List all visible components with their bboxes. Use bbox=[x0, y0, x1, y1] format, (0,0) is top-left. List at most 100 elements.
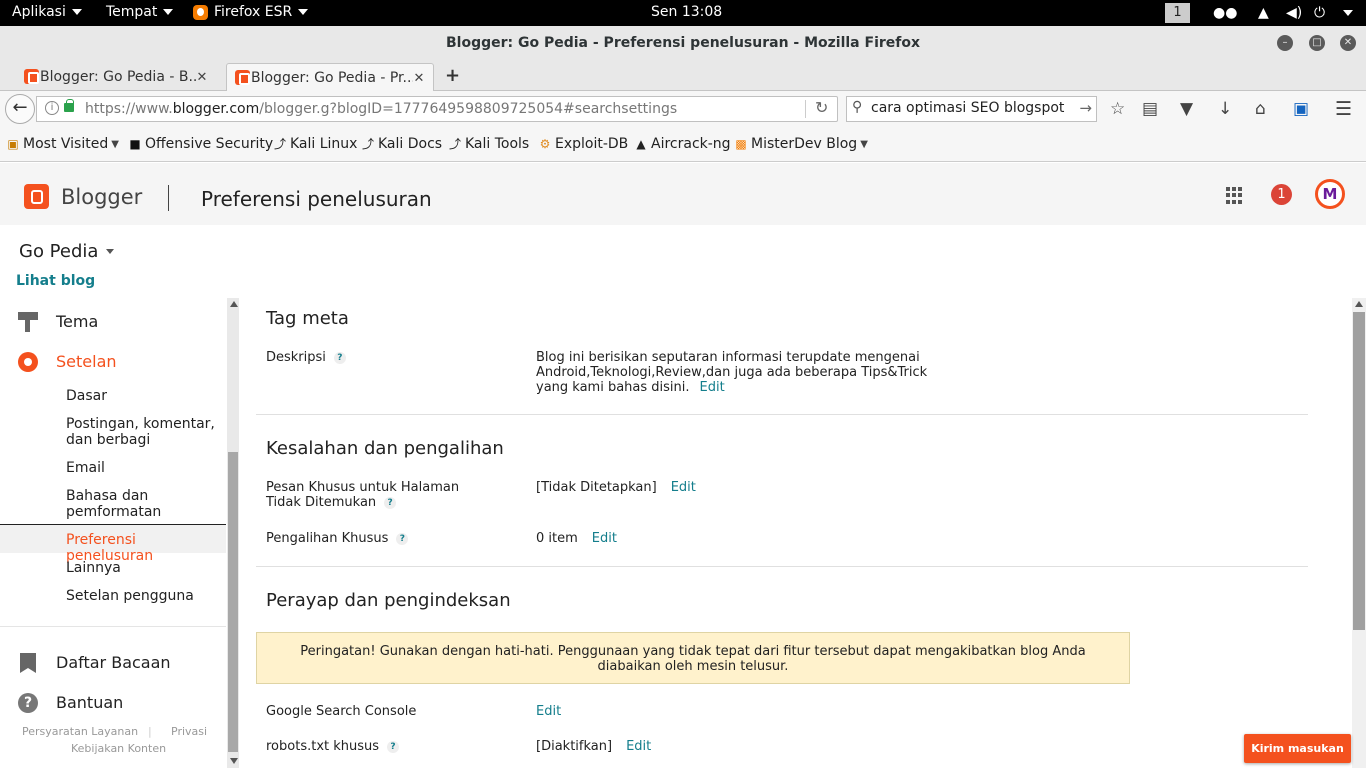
description-text: Blog ini berisikan seputaran informasi t… bbox=[536, 350, 928, 395]
bookmark-offensive-security[interactable]: ■ Offensive Security bbox=[128, 136, 273, 152]
scroll-up-icon[interactable] bbox=[230, 301, 238, 307]
content-policy-link[interactable]: Kebijakan Konten bbox=[71, 742, 166, 755]
sidebar-item-theme[interactable]: Tema bbox=[0, 310, 226, 334]
settings-item-language[interactable]: Bahasa dan pemformatan bbox=[66, 488, 216, 520]
sidebar-item-help[interactable]: ? Bantuan bbox=[0, 691, 226, 715]
sidebar-item-settings[interactable]: Setelan bbox=[0, 350, 226, 374]
home-icon[interactable]: ⌂ bbox=[1255, 99, 1266, 119]
window-title: Blogger: Go Pedia - Preferensi penelusur… bbox=[445, 35, 921, 51]
edit-not-found-link[interactable]: Edit bbox=[671, 480, 696, 495]
download-icon[interactable]: ↓ bbox=[1218, 99, 1232, 119]
workspace-indicator[interactable]: 1 bbox=[1165, 3, 1190, 23]
minimize-icon[interactable]: – bbox=[1277, 35, 1293, 51]
send-feedback-button[interactable]: Kirim masukan bbox=[1244, 734, 1351, 763]
settings-item-posts[interactable]: Postingan, komentar, dan berbagi bbox=[66, 416, 216, 448]
bookmark-exploit-db[interactable]: ⚙ Exploit-DB bbox=[538, 136, 629, 152]
wifi-icon[interactable]: ▲ bbox=[1258, 5, 1269, 21]
reload-icon[interactable]: ↻ bbox=[815, 98, 828, 117]
active-app-label: Firefox ESR bbox=[214, 4, 293, 20]
video-camera-icon[interactable]: ●● bbox=[1213, 5, 1237, 21]
maximize-icon[interactable]: □ bbox=[1309, 35, 1325, 51]
bookmark-kali-docs[interactable]: ⤴ Kali Docs bbox=[361, 136, 442, 152]
bookmark-icon bbox=[20, 653, 36, 673]
power-icon[interactable]: ⏻ bbox=[1314, 5, 1325, 21]
tab-blogger-1[interactable]: Blogger: Go Pedia - B... ✕ bbox=[16, 63, 216, 91]
edit-search-console-link[interactable]: Edit bbox=[536, 704, 561, 719]
chevron-down-icon: ▼ bbox=[860, 138, 868, 150]
url-bar[interactable]: i https://www.blogger.com/blogger.g?blog… bbox=[36, 96, 838, 122]
robots-label: robots.txt khusus? bbox=[266, 739, 496, 754]
sidebar-item-reading-list[interactable]: Daftar Bacaan bbox=[0, 651, 226, 675]
star-icon[interactable]: ☆ bbox=[1110, 99, 1125, 119]
active-app-menu[interactable]: Firefox ESR bbox=[193, 4, 309, 20]
main-scrollbar[interactable] bbox=[1352, 298, 1366, 768]
settings-item-other[interactable]: Lainnya bbox=[66, 560, 216, 576]
back-button[interactable]: ← bbox=[5, 94, 35, 124]
lock-icon[interactable] bbox=[64, 99, 74, 112]
blogger-logo-icon[interactable] bbox=[24, 184, 49, 209]
close-icon[interactable]: ✕ bbox=[1340, 35, 1356, 51]
close-icon[interactable]: ✕ bbox=[196, 70, 208, 85]
scrollbar-thumb[interactable] bbox=[1353, 312, 1365, 630]
info-icon[interactable]: i bbox=[45, 101, 59, 115]
url-text[interactable]: https://www.blogger.com/blogger.g?blogID… bbox=[85, 101, 677, 117]
search-console-value: Edit bbox=[536, 704, 561, 719]
arrow-right-icon[interactable]: → bbox=[1079, 99, 1092, 117]
edit-robots-link[interactable]: Edit bbox=[626, 739, 651, 754]
close-icon[interactable]: ✕ bbox=[413, 71, 425, 86]
privacy-link[interactable]: Privasi bbox=[171, 725, 207, 738]
search-bar[interactable]: ⚲ → bbox=[846, 96, 1097, 122]
bookmark-label: Kali Linux bbox=[290, 136, 358, 152]
bookmark-aircrack-ng[interactable]: ▲ Aircrack-ng bbox=[634, 136, 730, 152]
help-icon[interactable]: ? bbox=[396, 532, 409, 545]
reading-list-icon[interactable]: ▤ bbox=[1142, 99, 1158, 119]
sidebar: Tema Setelan Dasar Postingan, komentar, … bbox=[0, 298, 226, 768]
url-path: /blogger.g?blogID=1777649598809725054#se… bbox=[259, 101, 678, 117]
bookmark-label: Kali Tools bbox=[465, 136, 530, 152]
help-icon[interactable]: ? bbox=[333, 351, 346, 364]
tab-label: Blogger: Go Pedia - B... bbox=[40, 69, 196, 85]
edit-redirects-link[interactable]: Edit bbox=[592, 531, 617, 546]
description-value: Blog ini berisikan seputaran informasi t… bbox=[536, 350, 956, 395]
bookmark-misterdev-blog[interactable]: ▩ MisterDev Blog ▼ bbox=[734, 136, 868, 152]
sidebar-divider bbox=[0, 626, 226, 627]
help-icon[interactable]: ? bbox=[384, 496, 397, 509]
apps-grid-icon[interactable] bbox=[1226, 187, 1243, 204]
chevron-down-icon[interactable] bbox=[1343, 10, 1353, 16]
search-input[interactable] bbox=[871, 100, 1076, 116]
bookmark-most-visited[interactable]: ▣ Most Visited ▼ bbox=[6, 136, 119, 152]
scroll-up-icon[interactable] bbox=[1355, 301, 1363, 307]
bookmark-kali-linux[interactable]: ⤴ Kali Linux bbox=[273, 136, 357, 152]
bookmark-kali-tools[interactable]: ⤴ Kali Tools bbox=[448, 136, 529, 152]
section-title-crawlers: Perayap dan pengindeksan bbox=[266, 590, 511, 611]
scrollbar-thumb[interactable] bbox=[228, 452, 238, 752]
offsec-icon: ■ bbox=[129, 137, 141, 151]
terms-link[interactable]: Persyaratan Layanan bbox=[22, 725, 138, 738]
avatar[interactable]: M bbox=[1315, 179, 1345, 209]
view-blog-link[interactable]: Lihat blog bbox=[16, 273, 95, 289]
bookmark-label: MisterDev Blog bbox=[751, 136, 858, 152]
app-name[interactable]: Blogger bbox=[61, 185, 142, 209]
settings-item-email[interactable]: Email bbox=[66, 460, 216, 476]
apps-menu[interactable]: Aplikasi bbox=[12, 4, 82, 20]
redirects-value-text: 0 item bbox=[536, 531, 578, 546]
blog-selector[interactable]: Go Pedia bbox=[19, 241, 115, 262]
settings-item-basic[interactable]: Dasar bbox=[66, 388, 216, 404]
pocket-icon[interactable]: ▼ bbox=[1180, 99, 1193, 119]
help-icon[interactable]: ? bbox=[387, 740, 400, 753]
clock[interactable]: Sen 13:08 bbox=[651, 4, 722, 20]
volume-icon[interactable]: ◀) bbox=[1286, 5, 1302, 21]
scroll-down-icon[interactable] bbox=[230, 758, 238, 764]
not-found-label-text: Pesan Khusus untuk Halaman Tidak Ditemuk… bbox=[266, 480, 460, 510]
new-tab-icon[interactable]: + bbox=[445, 65, 460, 86]
hamburger-menu-icon[interactable]: ☰ bbox=[1335, 99, 1352, 119]
bookmark-label: Exploit-DB bbox=[555, 136, 629, 152]
tab-blogger-2[interactable]: Blogger: Go Pedia - Pr... ✕ bbox=[226, 63, 434, 92]
places-menu[interactable]: Tempat bbox=[106, 4, 174, 20]
url-domain: blogger.com bbox=[172, 101, 260, 117]
notification-badge[interactable]: 1 bbox=[1271, 184, 1292, 205]
settings-item-user[interactable]: Setelan pengguna bbox=[66, 588, 216, 604]
extension-icon[interactable]: ▣ bbox=[1293, 99, 1309, 119]
edit-description-link[interactable]: Edit bbox=[700, 380, 725, 395]
tab-bar: Blogger: Go Pedia - B... ✕ Blogger: Go P… bbox=[0, 60, 1366, 92]
